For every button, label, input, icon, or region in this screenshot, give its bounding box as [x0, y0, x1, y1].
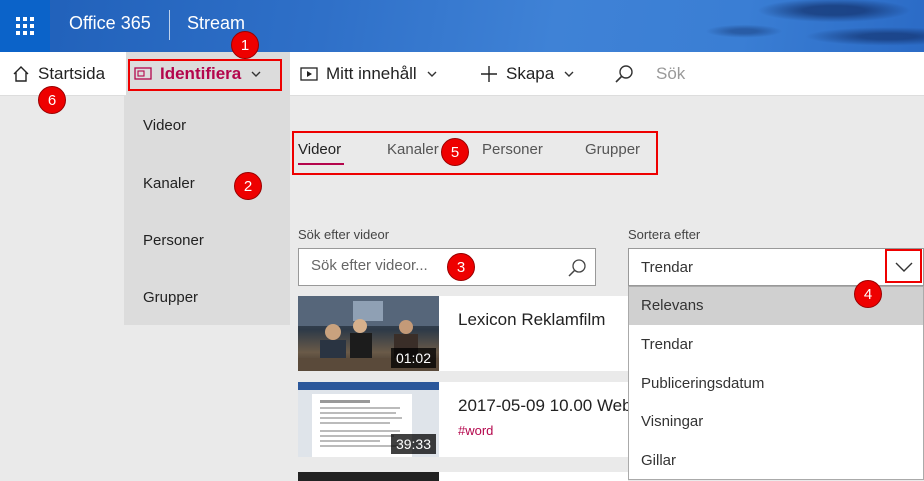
- sort-option-publish-date[interactable]: Publiceringsdatum: [629, 365, 923, 403]
- suite-divider: [169, 10, 170, 40]
- header-background-art: [564, 0, 924, 52]
- chevron-down-icon: [564, 71, 574, 77]
- video-thumbnail[interactable]: 01:02: [298, 296, 439, 371]
- sort-option-views[interactable]: Visningar: [629, 403, 923, 441]
- video-list-item[interactable]: 39:33 2017-05-09 10.00 Webinar #word: [298, 382, 628, 457]
- video-duration: 39:33: [390, 434, 436, 454]
- callout-box-tabs: [292, 131, 658, 175]
- nav-search[interactable]: Sök: [614, 52, 685, 96]
- annotation-badge-4: 4: [854, 280, 882, 308]
- video-title[interactable]: Lexicon Reklamfilm: [458, 310, 628, 330]
- search-icon: [615, 65, 633, 83]
- search-icon[interactable]: [567, 258, 587, 278]
- video-search-input[interactable]: [311, 257, 551, 274]
- video-tag[interactable]: #word: [458, 423, 493, 438]
- search-label: Sök efter videor: [298, 227, 390, 242]
- callout-box-discover: [128, 59, 282, 91]
- chevron-down-icon: [427, 71, 437, 77]
- video-thumbnail[interactable]: 39:33: [298, 382, 439, 457]
- nav-create[interactable]: Skapa: [480, 52, 574, 96]
- discover-menu-item-videos[interactable]: Videor: [143, 117, 186, 134]
- discover-menu-item-groups[interactable]: Grupper: [143, 289, 198, 306]
- waffle-icon: [16, 17, 34, 35]
- sort-option-likes[interactable]: Gillar: [629, 442, 923, 480]
- sort-label: Sortera efter: [628, 227, 701, 242]
- app-name[interactable]: Stream: [187, 13, 245, 34]
- nav-my-content[interactable]: Mitt innehåll: [300, 52, 437, 96]
- app-launcher-button[interactable]: [0, 0, 50, 52]
- nav-home-label: Startsida: [38, 64, 106, 83]
- discover-menu: Videor Kanaler Personer Grupper: [124, 96, 290, 325]
- nav-search-placeholder: Sök: [656, 64, 686, 83]
- video-list-item[interactable]: [298, 472, 628, 481]
- sort-selected-value: Trendar: [641, 259, 693, 276]
- sort-option-trending[interactable]: Trendar: [629, 326, 923, 364]
- video-duration: 01:02: [390, 348, 436, 368]
- annotation-badge-1: 1: [231, 31, 259, 59]
- discover-menu-item-channels[interactable]: Kanaler: [143, 175, 195, 192]
- annotation-badge-2: 2: [234, 172, 262, 200]
- video-title[interactable]: 2017-05-09 10.00 Webinar: [458, 396, 628, 416]
- sort-dropdown[interactable]: Trendar: [628, 248, 924, 286]
- callout-box-sort-toggle: [885, 249, 922, 283]
- video-icon: [300, 67, 318, 81]
- annotation-badge-6: 6: [38, 86, 66, 114]
- home-icon: [13, 66, 29, 82]
- sort-options-list: Relevans Trendar Publiceringsdatum Visni…: [628, 286, 924, 480]
- nav-create-label: Skapa: [506, 64, 555, 83]
- nav-my-content-label: Mitt innehåll: [326, 64, 417, 83]
- suite-title[interactable]: Office 365: [69, 13, 151, 34]
- annotation-badge-3: 3: [447, 253, 475, 281]
- video-list-item[interactable]: 01:02 Lexicon Reklamfilm: [298, 296, 628, 371]
- plus-icon: [481, 66, 497, 82]
- annotation-badge-5: 5: [441, 138, 469, 166]
- suite-bar: Office 365 Stream: [0, 0, 924, 52]
- video-thumbnail[interactable]: [298, 472, 439, 481]
- discover-menu-item-people[interactable]: Personer: [143, 232, 204, 249]
